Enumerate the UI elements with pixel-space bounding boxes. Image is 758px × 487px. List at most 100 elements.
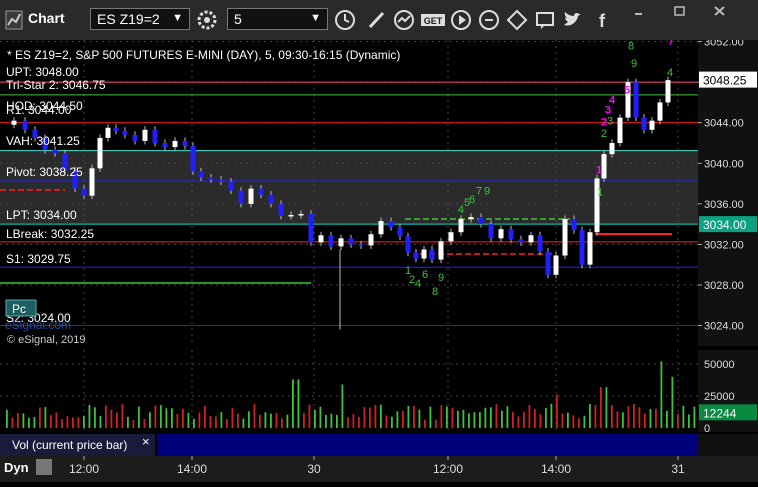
volume-bar — [209, 415, 212, 428]
volume-bar — [594, 405, 597, 428]
volume-bar — [418, 409, 421, 428]
volume-bar — [264, 412, 267, 428]
indicator-icon[interactable] — [392, 8, 416, 32]
candle-body — [413, 252, 419, 259]
volume-pane[interactable] — [0, 350, 698, 434]
settings-gear-icon[interactable] — [195, 8, 219, 32]
candle-body — [182, 140, 188, 147]
level-label: LPT: 3034.00 — [6, 208, 77, 222]
candle-body — [537, 235, 543, 252]
volume-bar — [308, 404, 311, 428]
candle-body — [89, 168, 95, 196]
volume-bar — [154, 405, 157, 428]
facebook-icon[interactable]: f — [590, 8, 614, 32]
close-icon[interactable]: × — [142, 434, 150, 449]
dyn-label[interactable]: Dyn — [4, 460, 29, 475]
candle-body — [248, 188, 254, 204]
candle-body — [288, 214, 294, 217]
volume-bar — [110, 409, 113, 428]
clock-icon[interactable] — [333, 8, 357, 32]
volume-bar — [182, 408, 184, 428]
volume-bar — [407, 405, 410, 428]
volume-bar — [297, 379, 300, 428]
candle-body — [278, 203, 284, 216]
volume-bar — [572, 415, 575, 428]
volume-bar — [138, 406, 140, 428]
lock-icon[interactable] — [36, 459, 52, 475]
volume-bar — [160, 405, 162, 428]
axis-filler — [698, 434, 758, 456]
candle-body — [328, 235, 334, 247]
candle-body — [172, 140, 178, 148]
candle-body — [609, 142, 615, 155]
volume-bar — [633, 403, 635, 428]
interval-select[interactable]: 5 ▼ — [227, 8, 328, 30]
candle-body — [571, 219, 577, 231]
chart-app-icon — [5, 10, 23, 30]
candle-body — [162, 142, 168, 148]
pencil-icon[interactable] — [365, 8, 389, 32]
candle-body — [97, 137, 103, 169]
maximize-icon — [674, 6, 685, 16]
price-axis: 3052.003048.003044.003040.003036.003032.… — [698, 37, 758, 346]
volume-bar — [132, 420, 135, 428]
volume-bar — [292, 379, 294, 428]
link-icon[interactable] — [477, 8, 501, 32]
comment-icon[interactable] — [533, 8, 557, 32]
chart-toolbar: Chart ES Z19=2 ▼ 5 ▼ GET f — [0, 0, 758, 41]
volume-bar — [127, 416, 129, 428]
volume-bar — [336, 414, 338, 428]
candle-body — [478, 217, 484, 225]
candle-body — [665, 80, 671, 103]
volume-legend[interactable]: Vol (current price bar) × — [0, 434, 155, 456]
volume-bar — [396, 411, 399, 428]
candle-body — [132, 134, 138, 141]
volume-bar — [391, 416, 393, 428]
candle-body — [308, 213, 314, 243]
volume-tick-label: 25000 — [704, 391, 735, 403]
volume-bar — [215, 416, 217, 428]
candle-body — [22, 120, 28, 130]
volume-bar — [347, 417, 349, 428]
candle-body — [318, 235, 324, 243]
volume-bar — [413, 405, 415, 428]
volume-bar — [622, 412, 624, 428]
price-tick-label: 3052.00 — [704, 40, 744, 49]
volume-bar — [187, 412, 190, 428]
candle-body — [545, 251, 551, 275]
td-mark: 4 — [667, 67, 673, 79]
td-mark: 9 — [438, 272, 444, 284]
volume-bar — [220, 412, 223, 428]
time-tick-label: 14:00 — [541, 462, 571, 476]
volume-bar — [440, 405, 443, 428]
candle-body — [190, 146, 196, 172]
last-price-text: 3048.25 — [703, 74, 747, 88]
volume-bar — [484, 407, 487, 428]
get-icon[interactable]: GET — [419, 8, 447, 32]
price-chart[interactable]: UPT: 3048.00 Tri-Star 2: 3046.75 R1: 3044.… — [0, 36, 698, 346]
level-label: Pivot: 3038.25 — [6, 165, 83, 179]
candle-body — [105, 127, 111, 138]
volume-bar — [523, 411, 525, 428]
chevron-down-icon: ▼ — [310, 12, 321, 24]
candle-body — [405, 236, 411, 253]
candle-body — [338, 238, 344, 247]
td-mark: 7 — [476, 186, 482, 198]
symbol-select[interactable]: ES Z19=2 ▼ — [90, 8, 190, 30]
td-mark: 6 — [469, 194, 475, 206]
volume-bar — [556, 394, 558, 428]
volume-bar — [506, 406, 509, 428]
play-icon[interactable] — [449, 8, 473, 32]
volume-bar — [462, 409, 465, 428]
copyright: © eSignal, 2019 — [7, 334, 85, 346]
share-icon[interactable] — [505, 8, 529, 32]
volume-bar — [605, 387, 608, 428]
volume-bar — [429, 406, 432, 428]
volume-bar — [330, 413, 333, 428]
twitter-icon[interactable] — [561, 8, 585, 32]
candle-body — [358, 244, 364, 246]
volume-bar — [248, 411, 250, 428]
volume-bar — [50, 415, 52, 428]
volume-tick-label: 50000 — [704, 359, 735, 371]
volume-bar — [512, 412, 514, 428]
